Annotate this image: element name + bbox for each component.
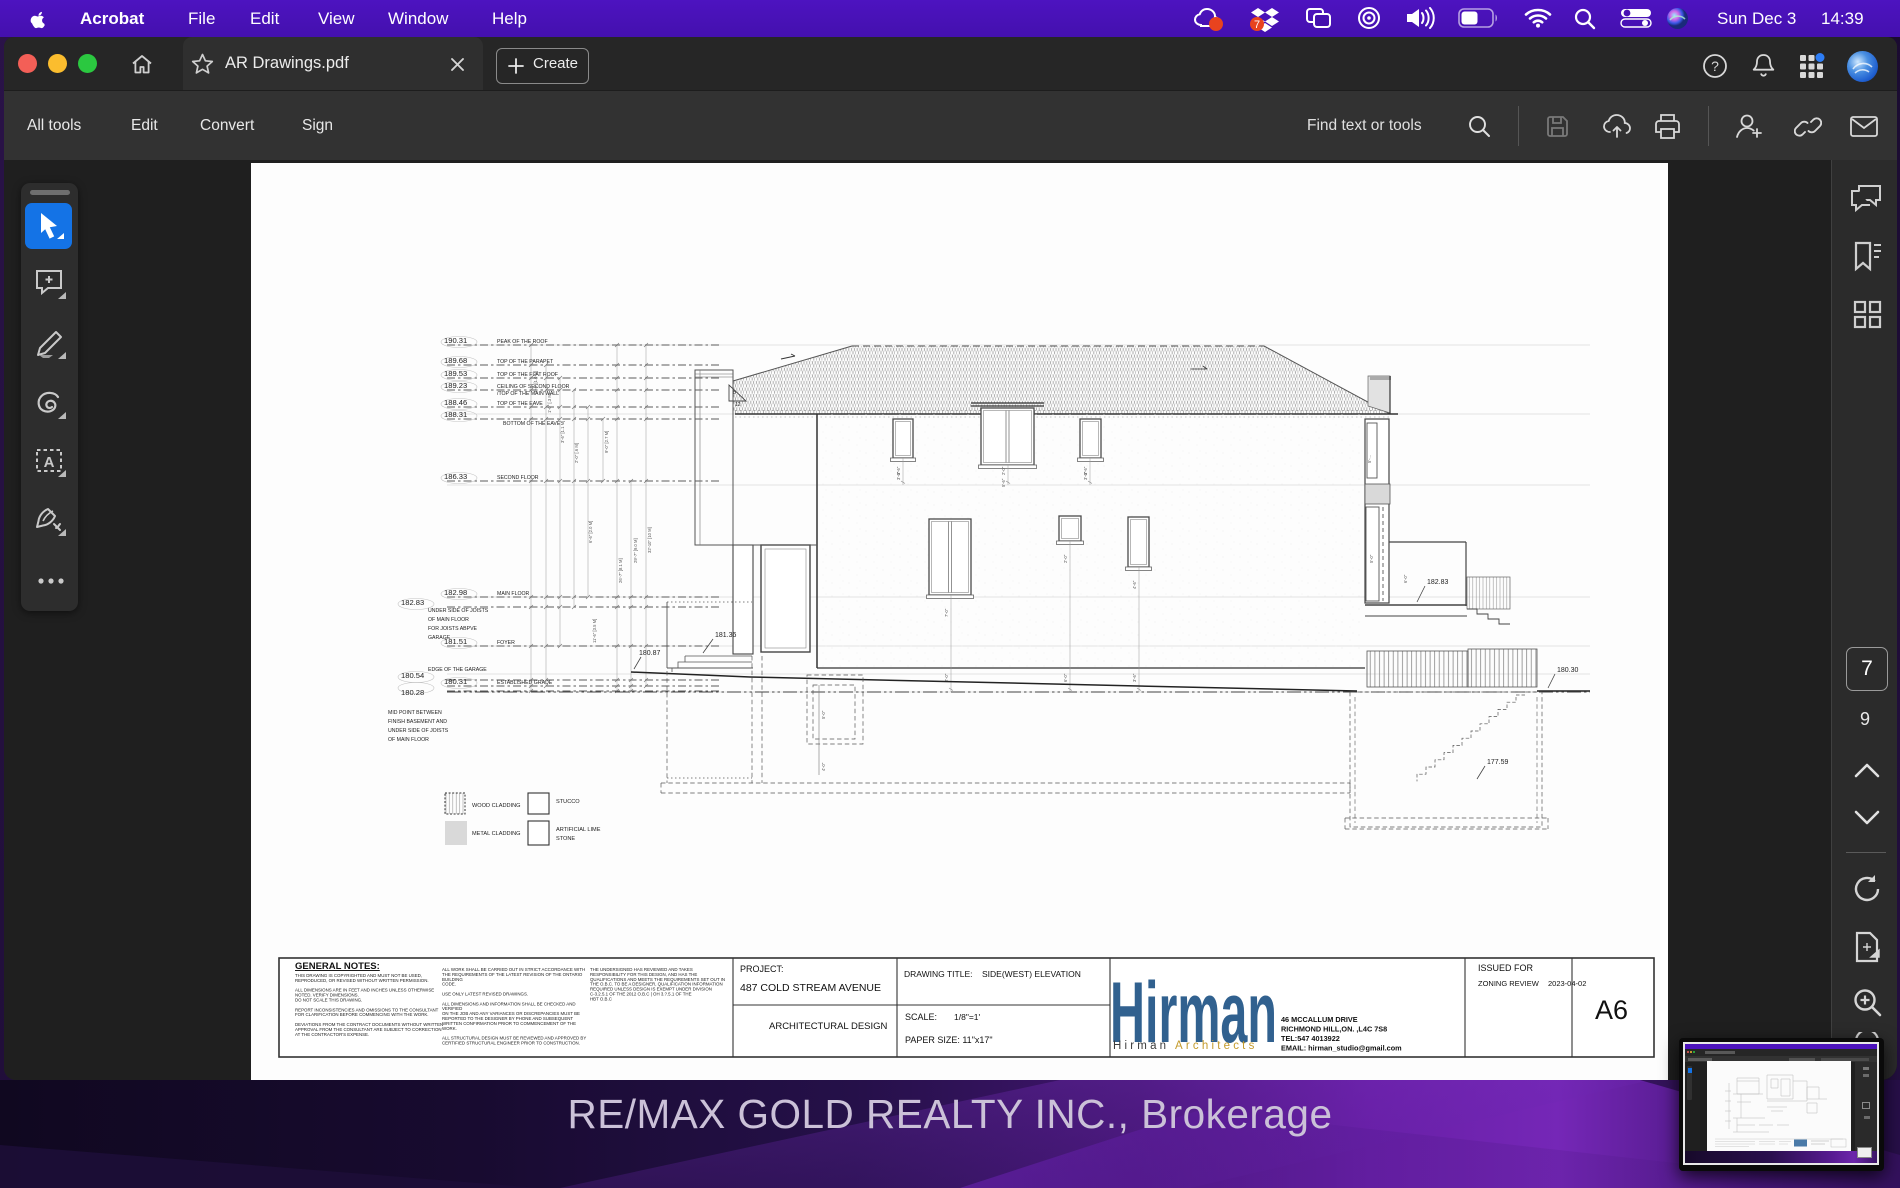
svg-text:PROJECT:: PROJECT: bbox=[740, 964, 784, 974]
svg-text:TEL:547 4013922: TEL:547 4013922 bbox=[1281, 1034, 1340, 1043]
svg-text:26'-7" [8.1 M]: 26'-7" [8.1 M] bbox=[618, 558, 623, 583]
svg-text:182.83: 182.83 bbox=[1427, 579, 1449, 586]
svg-text:STUCCO: STUCCO bbox=[556, 799, 580, 805]
svg-text:1'-0" [.3 M]: 1'-0" [.3 M] bbox=[547, 393, 552, 413]
svg-text:180.31: 180.31 bbox=[444, 677, 467, 686]
svg-text:189.23: 189.23 bbox=[444, 381, 467, 390]
svg-text:1/8"=1': 1/8"=1' bbox=[954, 1012, 981, 1022]
svg-text:?: ? bbox=[1711, 58, 1719, 74]
svg-text:CODE.: CODE. bbox=[442, 982, 456, 987]
svg-text:190.31: 190.31 bbox=[444, 336, 467, 345]
svg-text:Hirman Architects: Hirman Architects bbox=[1113, 1040, 1258, 1052]
svg-text:SIDE(WEST) ELEVATION: SIDE(WEST) ELEVATION bbox=[982, 969, 1081, 979]
svg-text:ISSUED FOR: ISSUED FOR bbox=[1478, 963, 1534, 973]
svg-text:5'-0": 5'-0" bbox=[1369, 554, 1374, 563]
svg-text:UNDER SIDE OF JOISTS: UNDER SIDE OF JOISTS bbox=[388, 728, 449, 734]
svg-text:6'-0": 6'-0" bbox=[1063, 673, 1068, 682]
svg-text:186.33: 186.33 bbox=[444, 472, 467, 481]
svg-text:189.68: 189.68 bbox=[444, 356, 467, 365]
svg-text:FOR JOISTS ABPVE: FOR JOISTS ABPVE bbox=[428, 626, 478, 632]
svg-text:SCALE:: SCALE: bbox=[905, 1012, 937, 1022]
svg-text:DO NOT SCALE THIS DRAWING.: DO NOT SCALE THIS DRAWING. bbox=[295, 998, 362, 1003]
svg-text:AT THE CONTRACTOR'S EXPENSE.: AT THE CONTRACTOR'S EXPENSE. bbox=[295, 1032, 369, 1037]
svg-text:2'-0": 2'-0" bbox=[944, 673, 949, 682]
svg-text:PAPER SIZE: 11"x17": PAPER SIZE: 11"x17" bbox=[905, 1035, 993, 1045]
svg-text:3'-6" [1.1 M]: 3'-6" [1.1 M] bbox=[560, 421, 565, 443]
svg-text:TOP OF THE EAVE: TOP OF THE EAVE bbox=[497, 401, 543, 407]
svg-text:177.59: 177.59 bbox=[1487, 759, 1509, 766]
svg-text:FINISH BASEMENT AND: FINISH BASEMENT AND bbox=[388, 719, 447, 725]
svg-text:5'-6": 5'-6" bbox=[1001, 478, 1006, 487]
svg-text:EMAIL: hirman_studio@gmail.com: EMAIL: hirman_studio@gmail.com bbox=[1281, 1044, 1402, 1053]
svg-text:USE ONLY LATEST REVISED DRAWIN: USE ONLY LATEST REVISED DRAWINGS. bbox=[442, 992, 528, 997]
svg-text:5'-0": 5'-0" bbox=[821, 710, 826, 719]
svg-text:7'-0": 7'-0" bbox=[944, 608, 949, 617]
svg-text:6'-0": 6'-0" bbox=[1403, 574, 1408, 583]
svg-text:A: A bbox=[44, 454, 55, 471]
svg-text:UNDER SIDE OF JOISTS: UNDER SIDE OF JOISTS bbox=[428, 608, 489, 614]
svg-text:STONE: STONE bbox=[556, 836, 575, 842]
svg-text:OF MAIN FLOOR: OF MAIN FLOOR bbox=[388, 737, 429, 743]
svg-text:181.36: 181.36 bbox=[715, 632, 737, 639]
svg-text:7: 7 bbox=[1254, 19, 1260, 31]
svg-text:180.87: 180.87 bbox=[639, 650, 661, 657]
svg-text:RICHMOND HILL,ON. ,L4C 7S8: RICHMOND HILL,ON. ,L4C 7S8 bbox=[1281, 1025, 1387, 1034]
svg-text:A6: A6 bbox=[1595, 995, 1628, 1025]
svg-text:BOTTOM OF THE EAVE: BOTTOM OF THE EAVE bbox=[503, 421, 561, 427]
svg-text:OF MAIN FLOOR: OF MAIN FLOOR bbox=[428, 617, 469, 623]
svg-text:3'-4" [1.0 M]: 3'-4" [1.0 M] bbox=[533, 371, 538, 393]
svg-text:2'-0": 2'-0" bbox=[1063, 554, 1068, 563]
svg-text:MAIN FLOOR: MAIN FLOOR bbox=[497, 591, 530, 597]
svg-text:4'-6": 4'-6" bbox=[1132, 580, 1137, 589]
svg-text:ESTABLISHED GRADE: ESTABLISHED GRADE bbox=[497, 680, 553, 686]
svg-text:5'-...: 5'-... bbox=[1367, 455, 1372, 463]
svg-text:EDGE OF THE GARAGE: EDGE OF THE GARAGE bbox=[428, 667, 487, 673]
svg-text:2'-0": 2'-0" bbox=[1001, 466, 1006, 475]
svg-text:CERTIFIED STRUCTURAL ENGINEER: CERTIFIED STRUCTURAL ENGINEER PRIOR TO C… bbox=[442, 1041, 580, 1046]
svg-text:46 MCCALLUM DRIVE: 46 MCCALLUM DRIVE bbox=[1281, 1015, 1358, 1024]
svg-text:11'-6" [3.5 M]: 11'-6" [3.5 M] bbox=[592, 619, 597, 643]
svg-text:188.31: 188.31 bbox=[444, 410, 467, 419]
svg-text:4'-0": 4'-0" bbox=[821, 762, 826, 771]
svg-text:180.30: 180.30 bbox=[1557, 667, 1579, 674]
svg-text:2023-04-02: 2023-04-02 bbox=[1548, 979, 1586, 988]
svg-text:29'-7" [9.0 M]: 29'-7" [9.0 M] bbox=[633, 538, 638, 563]
svg-text:TOP OF THE FLAT ROOF: TOP OF THE FLAT ROOF bbox=[497, 372, 558, 378]
svg-text:3'-6": 3'-6" bbox=[1132, 673, 1137, 682]
svg-text:9'-0" [2.7 M]: 9'-0" [2.7 M] bbox=[604, 431, 609, 453]
svg-text:180.28: 180.28 bbox=[401, 688, 424, 697]
svg-text:DRAWING TITLE:: DRAWING TITLE: bbox=[904, 969, 972, 979]
svg-text:THE REQUIREMENTS OF THE LATEST: THE REQUIREMENTS OF THE LATEST REVISION … bbox=[442, 972, 583, 977]
svg-text:METAL CLADDING: METAL CLADDING bbox=[472, 831, 521, 837]
svg-text:HBT O.B.C: HBT O.B.C bbox=[590, 996, 612, 1001]
svg-text:WORK.: WORK. bbox=[442, 1026, 457, 1031]
svg-text:FOR CLARIFICATION BEFORE COMME: FOR CLARIFICATION BEFORE COMMENCING WITH… bbox=[295, 1012, 429, 1017]
svg-text:PEAK OF THE ROOF: PEAK OF THE ROOF bbox=[497, 339, 548, 345]
svg-text:SECOND FLOOR: SECOND FLOOR bbox=[497, 475, 539, 481]
svg-text:487 COLD STREAM AVENUE: 487 COLD STREAM AVENUE bbox=[740, 982, 881, 994]
svg-text:REPRODUCED, OR REVISED WITHOUT: REPRODUCED, OR REVISED WITHOUT WRITTEN P… bbox=[295, 978, 429, 983]
svg-text:FOYER: FOYER bbox=[497, 640, 515, 646]
svg-text:3'-6": 3'-6" bbox=[1083, 466, 1088, 475]
svg-text:6'-6" [2.0 M]: 6'-6" [2.0 M] bbox=[588, 521, 593, 543]
svg-text:182.98: 182.98 bbox=[444, 588, 467, 597]
svg-text:2'-0" [.6 M]: 2'-0" [.6 M] bbox=[574, 443, 579, 463]
svg-text:WRITTEN CONFIRMATION PRIOR TO: WRITTEN CONFIRMATION PRIOR TO COMMENCEME… bbox=[442, 1021, 576, 1026]
svg-text:181.51: 181.51 bbox=[444, 637, 467, 646]
svg-text:189.53: 189.53 bbox=[444, 369, 467, 378]
svg-text:182.83: 182.83 bbox=[401, 598, 424, 607]
svg-text:MID POINT BETWEEN: MID POINT BETWEEN bbox=[388, 710, 442, 716]
svg-text:188.46: 188.46 bbox=[444, 398, 467, 407]
svg-text:12: 12 bbox=[735, 402, 741, 408]
svg-text:GENERAL NOTES:: GENERAL NOTES: bbox=[295, 961, 380, 972]
svg-text:ARTIFICIAL LIME: ARTIFICIAL LIME bbox=[556, 827, 601, 833]
svg-text:3'-6": 3'-6" bbox=[896, 466, 901, 475]
svg-text:ARCHITECTURAL DESIGN: ARCHITECTURAL DESIGN bbox=[769, 1021, 888, 1032]
svg-text:TOP OF THE PARAPET: TOP OF THE PARAPET bbox=[497, 359, 554, 365]
svg-text:180.54: 180.54 bbox=[401, 671, 424, 680]
svg-text:WOOD CLADDING: WOOD CLADDING bbox=[472, 803, 520, 809]
svg-text:ZONING REVIEW: ZONING REVIEW bbox=[1478, 979, 1540, 988]
svg-text:32'-10" [10 M]: 32'-10" [10 M] bbox=[647, 527, 652, 553]
